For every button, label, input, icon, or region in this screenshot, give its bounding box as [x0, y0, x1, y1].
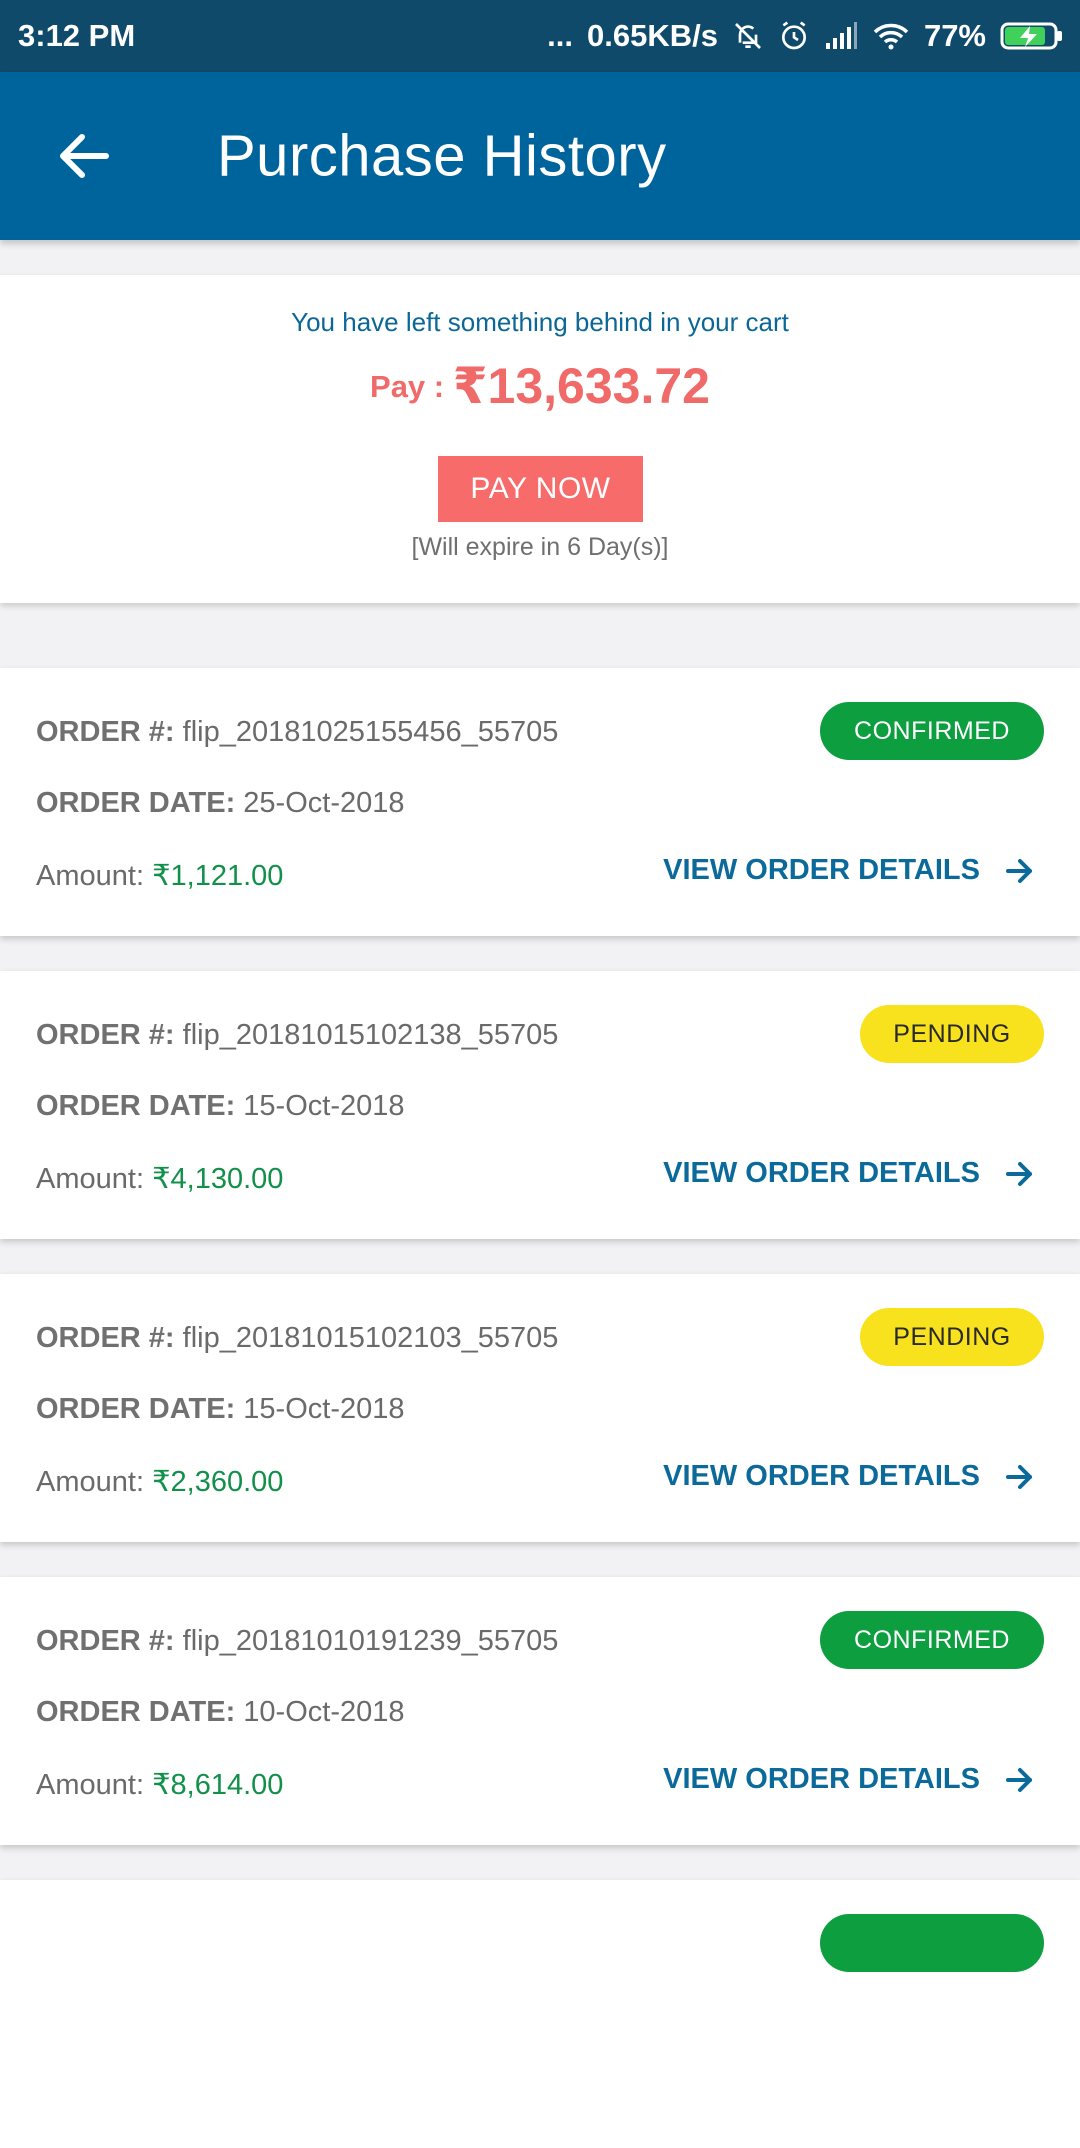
- arrow-right-icon: [1006, 1767, 1034, 1793]
- status-badge: PENDING: [860, 1308, 1044, 1366]
- view-order-details-link[interactable]: VIEW ORDER DETAILS: [663, 1460, 1034, 1493]
- order-card: ORDER #: flip_20181010191239_55705 ORDER…: [0, 1577, 1080, 1845]
- order-number: ORDER #: flip_20181010191239_55705: [36, 1625, 559, 1657]
- page-title: Purchase History: [217, 123, 667, 189]
- order-card: ORDER #: flip_20181015102103_55705 ORDER…: [0, 1274, 1080, 1542]
- cart-pay-amount: Pay : ₹13,633.72: [0, 357, 1080, 415]
- order-date: ORDER DATE: 15-Oct-2018: [36, 1090, 405, 1122]
- order-amount: Amount: ₹2,360.00: [36, 1466, 284, 1498]
- arrow-right-icon: [1006, 1161, 1034, 1187]
- status-bar: 3:12 PM ... 0.65KB/s 77%: [0, 0, 1080, 72]
- status-badge: PENDING: [860, 1005, 1044, 1063]
- app-bar: Purchase History: [0, 72, 1080, 240]
- pay-now-button[interactable]: PAY NOW: [438, 456, 643, 522]
- status-time: 3:12 PM: [18, 18, 136, 53]
- signal-icon: [824, 21, 858, 51]
- status-badge: CONFIRMED: [820, 702, 1044, 760]
- battery-pct: 77%: [923, 18, 986, 53]
- view-order-details-link[interactable]: VIEW ORDER DETAILS: [663, 854, 1034, 887]
- pay-amount: ₹13,633.72: [452, 358, 710, 414]
- back-button[interactable]: [52, 124, 116, 188]
- order-card: ORDER #: flip_20181015102138_55705 ORDER…: [0, 971, 1080, 1239]
- order-date: ORDER DATE: 25-Oct-2018: [36, 787, 405, 819]
- order-amount: Amount: ₹4,130.00: [36, 1163, 284, 1195]
- order-number: ORDER #: flip_20181015102138_55705: [36, 1019, 559, 1051]
- order-number: ORDER #: flip_20181015102103_55705: [36, 1322, 559, 1354]
- pay-label: Pay :: [370, 369, 453, 404]
- cart-message: You have left something behind in your c…: [291, 307, 789, 337]
- net-speed: 0.65KB/s: [586, 18, 718, 53]
- status-badge: CONFIRMED: [820, 1611, 1044, 1669]
- arrow-right-icon: [1006, 858, 1034, 884]
- order-number: ORDER #: flip_20181025155456_55705: [36, 716, 559, 748]
- order-date: ORDER DATE: 10-Oct-2018: [36, 1696, 405, 1728]
- wifi-icon: [872, 21, 910, 51]
- view-order-details-link[interactable]: VIEW ORDER DETAILS: [663, 1157, 1034, 1190]
- order-card-partial: [0, 1880, 1080, 2148]
- more-dots: ...: [547, 18, 573, 53]
- cart-expiry-note: [Will expire in 6 Day(s)]: [411, 533, 669, 561]
- order-amount: Amount: ₹1,121.00: [36, 860, 284, 892]
- mute-bell-icon: [732, 20, 764, 52]
- arrow-right-icon: [1006, 1464, 1034, 1490]
- cart-reminder-card: You have left something behind in your c…: [0, 275, 1080, 603]
- alarm-icon: [778, 20, 810, 52]
- order-amount: Amount: ₹8,614.00: [36, 1769, 284, 1801]
- status-badge: [820, 1914, 1044, 1972]
- arrow-left-icon: [60, 134, 109, 178]
- order-card: ORDER #: flip_20181025155456_55705 ORDER…: [0, 668, 1080, 936]
- order-date: ORDER DATE: 15-Oct-2018: [36, 1393, 405, 1425]
- battery-charging-icon: [1000, 21, 1064, 51]
- view-order-details-link[interactable]: VIEW ORDER DETAILS: [663, 1763, 1034, 1796]
